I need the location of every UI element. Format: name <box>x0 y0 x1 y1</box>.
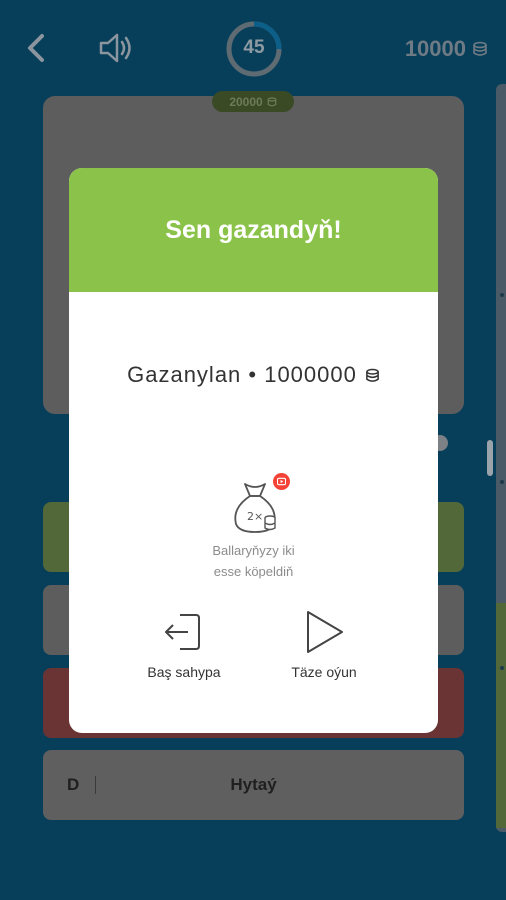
new-game-button-label: Täze oýun <box>291 664 357 680</box>
earned-text: Gazanylan • 1000000 <box>127 362 357 387</box>
side-panel-highlight <box>496 603 506 828</box>
double-label-line1: Ballaryňyzy iki <box>212 543 295 558</box>
answer-divider <box>95 776 96 794</box>
side-drawer-handle[interactable] <box>487 440 493 476</box>
coin-balance-value: 10000 <box>404 36 466 61</box>
top-bar: 45 10000 <box>0 0 506 100</box>
prize-value: 20000 <box>229 94 263 109</box>
double-points-button[interactable]: 2× Ballaryňyzy iki esse köpeldiň <box>69 473 438 588</box>
answer-text: Hytaý <box>230 775 277 794</box>
double-points-label: Ballaryňyzy iki esse köpeldiň <box>69 540 438 582</box>
timer-value: 45 <box>243 37 265 58</box>
money-bag-icon: 2× <box>234 483 276 533</box>
new-game-button[interactable]: Täze oýun <box>254 606 394 686</box>
coin-stack-icon <box>366 368 379 382</box>
speaker-icon <box>99 33 131 63</box>
double-badge-text: 2× <box>247 510 263 523</box>
dialog-header: Sen gazandyň! <box>69 168 438 292</box>
home-button-label: Baş sahypa <box>147 664 221 680</box>
chevron-left-icon <box>28 34 44 62</box>
prize-badge: 20000 <box>212 91 294 112</box>
home-button[interactable]: Baş sahypa <box>114 606 254 686</box>
video-play-icon <box>273 473 290 490</box>
back-button[interactable] <box>22 30 52 66</box>
countdown-timer: 45 <box>224 19 284 79</box>
coin-stack-icon <box>473 41 487 56</box>
sound-button[interactable] <box>96 30 136 66</box>
side-dot <box>500 666 504 670</box>
answer-option-d[interactable]: D Hytaý <box>43 750 464 820</box>
coin-balance: 10000 <box>405 34 488 64</box>
answer-letter: D <box>67 775 80 794</box>
dialog-title: Sen gazandyň! <box>165 215 342 244</box>
coin-stack-icon <box>267 96 277 106</box>
side-dot <box>500 293 504 297</box>
earned-amount: Gazanylan • 1000000 <box>69 362 438 388</box>
side-dot <box>500 480 504 484</box>
double-label-line2: esse köpeldiň <box>213 564 294 579</box>
win-dialog: Sen gazandyň! Gazanylan • 1000000 2× Bal… <box>69 168 438 733</box>
play-icon <box>307 611 343 653</box>
exit-door-icon <box>165 614 200 650</box>
